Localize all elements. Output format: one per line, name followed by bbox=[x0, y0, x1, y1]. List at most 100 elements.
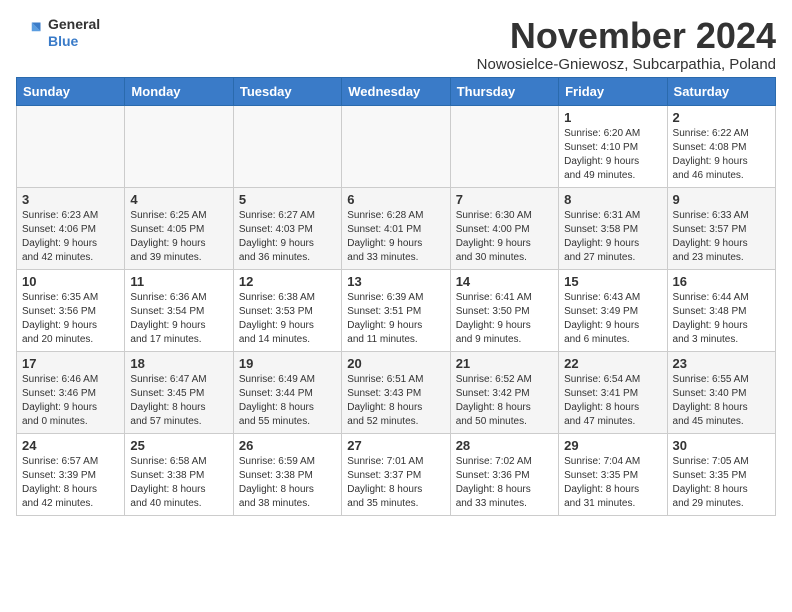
day-info: Sunrise: 6:36 AM Sunset: 3:54 PM Dayligh… bbox=[130, 291, 227, 347]
calendar-cell: 7 Sunrise: 6:30 AM Sunset: 4:00 PM Daylig… bbox=[450, 187, 558, 269]
day-number: 8 bbox=[564, 192, 661, 207]
day-info: Sunrise: 6:20 AM Sunset: 4:10 PM Dayligh… bbox=[564, 127, 661, 183]
calendar-table: SundayMondayTuesdayWednesdayThursdayFrid… bbox=[16, 77, 776, 516]
weekday-header-wednesday: Wednesday bbox=[342, 77, 450, 105]
day-number: 9 bbox=[673, 192, 770, 207]
weekday-header-thursday: Thursday bbox=[450, 77, 558, 105]
calendar-cell: 9 Sunrise: 6:33 AM Sunset: 3:57 PM Daylig… bbox=[667, 187, 775, 269]
calendar-cell: 22Sunrise: 6:54 AM Sunset: 3:41 PM Dayli… bbox=[559, 351, 667, 433]
calendar-cell: 5 Sunrise: 6:27 AM Sunset: 4:03 PM Daylig… bbox=[233, 187, 341, 269]
calendar-cell: 19Sunrise: 6:49 AM Sunset: 3:44 PM Dayli… bbox=[233, 351, 341, 433]
weekday-header-saturday: Saturday bbox=[667, 77, 775, 105]
day-number: 26 bbox=[239, 438, 336, 453]
day-info: Sunrise: 6:57 AM Sunset: 3:39 PM Dayligh… bbox=[22, 455, 119, 511]
day-info: Sunrise: 6:58 AM Sunset: 3:38 PM Dayligh… bbox=[130, 455, 227, 511]
day-info: Sunrise: 6:28 AM Sunset: 4:01 PM Dayligh… bbox=[347, 209, 444, 265]
day-info: Sunrise: 6:46 AM Sunset: 3:46 PM Dayligh… bbox=[22, 373, 119, 429]
day-info: Sunrise: 7:01 AM Sunset: 3:37 PM Dayligh… bbox=[347, 455, 444, 511]
calendar-cell: 3 Sunrise: 6:23 AM Sunset: 4:06 PM Daylig… bbox=[17, 187, 125, 269]
calendar-cell: 27 Sunrise: 7:01 AM Sunset: 3:37 PM Dayli… bbox=[342, 433, 450, 515]
month-title: November 2024 bbox=[477, 16, 776, 56]
weekday-header-tuesday: Tuesday bbox=[233, 77, 341, 105]
calendar-cell: 17 Sunrise: 6:46 AM Sunset: 3:46 PM Dayli… bbox=[17, 351, 125, 433]
day-number: 30 bbox=[673, 438, 770, 453]
calendar-week-4: 17 Sunrise: 6:46 AM Sunset: 3:46 PM Dayli… bbox=[17, 351, 776, 433]
day-number: 27 bbox=[347, 438, 444, 453]
day-number: 3 bbox=[22, 192, 119, 207]
calendar-week-2: 3 Sunrise: 6:23 AM Sunset: 4:06 PM Daylig… bbox=[17, 187, 776, 269]
day-info: Sunrise: 6:31 AM Sunset: 3:58 PM Dayligh… bbox=[564, 209, 661, 265]
calendar-cell: 18 Sunrise: 6:47 AM Sunset: 3:45 PM Dayli… bbox=[125, 351, 233, 433]
day-number: 6 bbox=[347, 192, 444, 207]
day-info: Sunrise: 7:02 AM Sunset: 3:36 PM Dayligh… bbox=[456, 455, 553, 511]
day-number: 25 bbox=[130, 438, 227, 453]
calendar-cell: 15Sunrise: 6:43 AM Sunset: 3:49 PM Dayli… bbox=[559, 269, 667, 351]
day-info: Sunrise: 6:52 AM Sunset: 3:42 PM Dayligh… bbox=[456, 373, 553, 429]
calendar-cell bbox=[233, 105, 341, 187]
day-number: 20 bbox=[347, 356, 444, 371]
logo-line1: General bbox=[48, 16, 100, 33]
calendar-week-3: 10 Sunrise: 6:35 AM Sunset: 3:56 PM Dayli… bbox=[17, 269, 776, 351]
location-subtitle: Nowosielce-Gniewosz, Subcarpathia, Polan… bbox=[477, 56, 776, 73]
day-info: Sunrise: 6:44 AM Sunset: 3:48 PM Dayligh… bbox=[673, 291, 770, 347]
day-number: 11 bbox=[130, 274, 227, 289]
calendar-cell: 28 Sunrise: 7:02 AM Sunset: 3:36 PM Dayli… bbox=[450, 433, 558, 515]
calendar-cell: 6 Sunrise: 6:28 AM Sunset: 4:01 PM Daylig… bbox=[342, 187, 450, 269]
calendar-cell: 10 Sunrise: 6:35 AM Sunset: 3:56 PM Dayli… bbox=[17, 269, 125, 351]
day-number: 22 bbox=[564, 356, 661, 371]
day-number: 10 bbox=[22, 274, 119, 289]
calendar-cell bbox=[125, 105, 233, 187]
calendar-cell: 16 Sunrise: 6:44 AM Sunset: 3:48 PM Dayli… bbox=[667, 269, 775, 351]
day-number: 24 bbox=[22, 438, 119, 453]
calendar-cell: 8 Sunrise: 6:31 AM Sunset: 3:58 PM Daylig… bbox=[559, 187, 667, 269]
day-info: Sunrise: 6:30 AM Sunset: 4:00 PM Dayligh… bbox=[456, 209, 553, 265]
day-info: Sunrise: 7:05 AM Sunset: 3:35 PM Dayligh… bbox=[673, 455, 770, 511]
calendar-cell: 2 Sunrise: 6:22 AM Sunset: 4:08 PM Daylig… bbox=[667, 105, 775, 187]
day-number: 28 bbox=[456, 438, 553, 453]
calendar-cell: 30 Sunrise: 7:05 AM Sunset: 3:35 PM Dayli… bbox=[667, 433, 775, 515]
calendar-cell bbox=[17, 105, 125, 187]
day-info: Sunrise: 6:59 AM Sunset: 3:38 PM Dayligh… bbox=[239, 455, 336, 511]
page-header: General Blue November 2024 Nowosielce-Gn… bbox=[16, 16, 776, 73]
calendar-cell: 25 Sunrise: 6:58 AM Sunset: 3:38 PM Dayli… bbox=[125, 433, 233, 515]
day-info: Sunrise: 6:38 AM Sunset: 3:53 PM Dayligh… bbox=[239, 291, 336, 347]
weekday-header-sunday: Sunday bbox=[17, 77, 125, 105]
day-number: 18 bbox=[130, 356, 227, 371]
calendar-cell: 26 Sunrise: 6:59 AM Sunset: 3:38 PM Dayli… bbox=[233, 433, 341, 515]
calendar-cell: 14Sunrise: 6:41 AM Sunset: 3:50 PM Dayli… bbox=[450, 269, 558, 351]
day-number: 19 bbox=[239, 356, 336, 371]
day-number: 12 bbox=[239, 274, 336, 289]
day-number: 2 bbox=[673, 110, 770, 125]
day-number: 5 bbox=[239, 192, 336, 207]
day-number: 7 bbox=[456, 192, 553, 207]
day-info: Sunrise: 6:22 AM Sunset: 4:08 PM Dayligh… bbox=[673, 127, 770, 183]
day-info: Sunrise: 6:47 AM Sunset: 3:45 PM Dayligh… bbox=[130, 373, 227, 429]
weekday-header-row: SundayMondayTuesdayWednesdayThursdayFrid… bbox=[17, 77, 776, 105]
calendar-cell: 29Sunrise: 7:04 AM Sunset: 3:35 PM Dayli… bbox=[559, 433, 667, 515]
day-info: Sunrise: 6:27 AM Sunset: 4:03 PM Dayligh… bbox=[239, 209, 336, 265]
calendar-week-1: 1Sunrise: 6:20 AM Sunset: 4:10 PM Daylig… bbox=[17, 105, 776, 187]
calendar-cell: 24 Sunrise: 6:57 AM Sunset: 3:39 PM Dayli… bbox=[17, 433, 125, 515]
calendar-cell bbox=[450, 105, 558, 187]
calendar-cell: 20Sunrise: 6:51 AM Sunset: 3:43 PM Dayli… bbox=[342, 351, 450, 433]
day-number: 23 bbox=[673, 356, 770, 371]
calendar-cell: 12 Sunrise: 6:38 AM Sunset: 3:53 PM Dayli… bbox=[233, 269, 341, 351]
logo-icon bbox=[16, 19, 44, 47]
calendar-cell: 13Sunrise: 6:39 AM Sunset: 3:51 PM Dayli… bbox=[342, 269, 450, 351]
calendar-week-5: 24 Sunrise: 6:57 AM Sunset: 3:39 PM Dayli… bbox=[17, 433, 776, 515]
day-info: Sunrise: 6:33 AM Sunset: 3:57 PM Dayligh… bbox=[673, 209, 770, 265]
day-number: 16 bbox=[673, 274, 770, 289]
title-area: November 2024 Nowosielce-Gniewosz, Subca… bbox=[477, 16, 776, 73]
calendar-cell: 11 Sunrise: 6:36 AM Sunset: 3:54 PM Dayli… bbox=[125, 269, 233, 351]
day-number: 14 bbox=[456, 274, 553, 289]
day-info: Sunrise: 6:35 AM Sunset: 3:56 PM Dayligh… bbox=[22, 291, 119, 347]
day-info: Sunrise: 6:23 AM Sunset: 4:06 PM Dayligh… bbox=[22, 209, 119, 265]
day-info: Sunrise: 6:43 AM Sunset: 3:49 PM Dayligh… bbox=[564, 291, 661, 347]
day-number: 17 bbox=[22, 356, 119, 371]
logo: General Blue bbox=[16, 16, 100, 50]
weekday-header-friday: Friday bbox=[559, 77, 667, 105]
day-info: Sunrise: 6:39 AM Sunset: 3:51 PM Dayligh… bbox=[347, 291, 444, 347]
day-number: 29 bbox=[564, 438, 661, 453]
weekday-header-monday: Monday bbox=[125, 77, 233, 105]
calendar-cell: 1Sunrise: 6:20 AM Sunset: 4:10 PM Daylig… bbox=[559, 105, 667, 187]
